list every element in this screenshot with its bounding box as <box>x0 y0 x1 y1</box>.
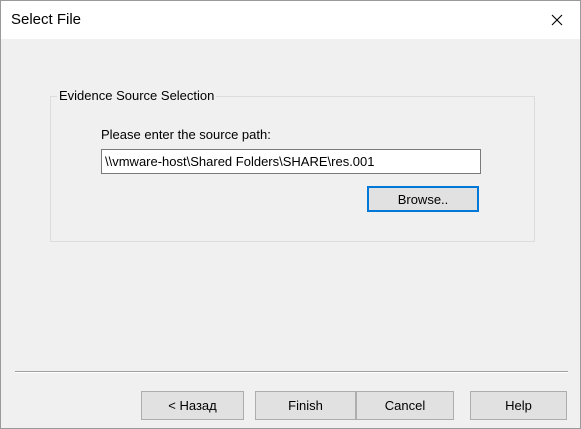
browse-button[interactable]: Browse.. <box>367 186 479 212</box>
groupbox-legend: Evidence Source Selection <box>57 88 217 104</box>
help-button[interactable]: Help <box>470 391 567 420</box>
window-title: Select File <box>11 11 82 28</box>
source-path-label: Please enter the source path: <box>101 127 271 142</box>
select-file-dialog: Select File Evidence Source Selection Pl… <box>0 0 581 429</box>
title-bar: Select File <box>1 1 580 39</box>
close-button[interactable] <box>534 1 580 39</box>
finish-button[interactable]: Finish <box>255 391 356 420</box>
back-button[interactable]: < Назад <box>141 391 244 420</box>
cancel-button[interactable]: Cancel <box>356 391 454 420</box>
close-icon <box>551 14 563 26</box>
footer-separator <box>15 371 568 373</box>
source-path-input[interactable] <box>101 149 481 174</box>
